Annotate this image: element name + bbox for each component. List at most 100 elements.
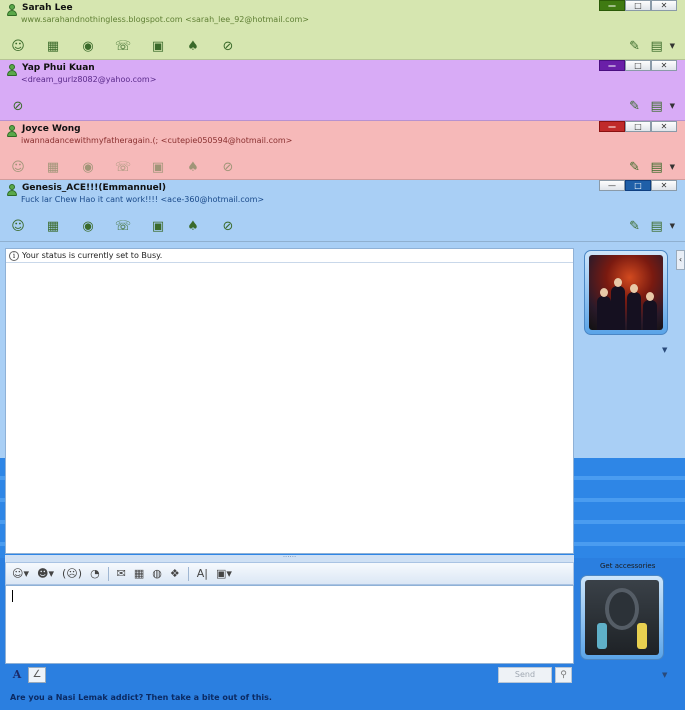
collapse-panel-button[interactable]: ‹ [676,250,685,270]
games-icon[interactable]: ♠ [183,38,203,54]
chevron-down-icon[interactable]: ▼ [670,163,675,171]
contact-toolbar: ☺ ▦ ◉ ☏ ▣ ♠ ⊘ [8,38,253,54]
conversation-window-sarah-lee: Sarah Lee www.sarahandnothingless.blogsp… [0,0,685,60]
background-picker-icon[interactable]: ▣▾ [216,567,232,580]
invite-contact-icon[interactable]: ☺ [8,218,28,234]
restore-button[interactable]: □ [625,60,651,71]
call-icon[interactable]: ☏ [113,218,133,234]
minimize-button[interactable]: — [599,121,625,132]
contact-display-picture[interactable] [584,250,668,335]
close-button[interactable]: ✕ [651,60,677,71]
share-files-icon[interactable]: ▦ [43,38,63,54]
close-button[interactable]: ✕ [651,121,677,132]
contact-name: Joyce Wong [22,124,81,134]
get-accessories-link[interactable]: Get accessories [600,562,655,570]
voice-clip-icon[interactable]: ◔ [90,567,100,580]
menu-icon[interactable]: ▤ [648,98,666,114]
restore-button[interactable]: □ [625,121,651,132]
contact-status-icon [6,64,18,76]
contact-subtitle: iwannadancewithmyfatheragain.(; <cutepie… [21,136,293,145]
status-message: Your status is currently set to Busy. [22,251,163,260]
contact-subtitle: Fuck lar Chew Hao it cant work!!!! <ace-… [21,195,265,204]
minimize-button[interactable]: — [599,60,625,71]
window-controls: — □ ✕ [599,180,677,191]
handwriting-mode-button[interactable]: ∠ [28,667,46,683]
share-files-icon[interactable]: ▦ [43,218,63,234]
invite-contact-icon[interactable]: ☺ [8,38,28,54]
close-button[interactable]: ✕ [651,0,677,11]
block-contact-icon[interactable]: ⊘ [218,38,238,54]
call-icon[interactable]: ☏ [113,159,133,175]
conversation-history[interactable]: i Your status is currently set to Busy. [5,248,574,554]
compose-footer: A ∠ Send ⚲ [5,664,574,686]
wink-icon[interactable]: ☻▾ [37,567,54,580]
restore-button[interactable]: □ [625,180,651,191]
font-icon[interactable]: A| [197,567,208,580]
toolbar-divider [107,566,109,581]
restore-button[interactable]: □ [625,0,651,11]
menu-icon[interactable]: ▤ [648,218,666,234]
chevron-down-icon[interactable]: ▼ [670,102,675,110]
chevron-down-icon[interactable]: ▼ [662,671,667,679]
video-call-icon[interactable]: ◉ [78,159,98,175]
text-mode-button[interactable]: A [9,667,25,683]
conversation-window-joyce-wong: Joyce Wong iwannadancewithmyfatheragain.… [0,121,685,180]
block-contact-icon[interactable]: ⊘ [218,159,238,175]
contact-status-icon [6,184,18,196]
share-files-icon[interactable]: ▦ [43,159,63,175]
games-icon[interactable]: ♠ [183,218,203,234]
send-button[interactable]: Send [498,667,552,683]
info-icon: i [9,250,19,261]
text-caret [12,590,13,602]
call-icon[interactable]: ☏ [113,38,133,54]
gift-icon[interactable]: ✉ [117,567,126,580]
contact-name: Sarah Lee [22,3,73,13]
window-controls: — □ ✕ [599,121,677,132]
video-call-icon[interactable]: ◉ [78,218,98,234]
activities-icon[interactable]: ▣ [148,38,168,54]
paint-brush-icon[interactable]: ✎ [626,218,644,234]
menu-icon[interactable]: ▤ [648,38,666,54]
background-icon[interactable]: ▦ [134,567,144,580]
toolbar-right: ✎ ▤ ▼ [626,98,675,114]
contact-name: Yap Phui Kuan [22,63,95,73]
chevron-down-icon[interactable]: ▼ [670,42,675,50]
contact-subtitle: <dream_gurlz8082@yahoo.com> [21,75,157,84]
ad-banner[interactable]: Are you a Nasi Lemak addict? Then take a… [10,693,272,702]
block-contact-icon[interactable]: ⊘ [218,218,238,234]
my-display-picture[interactable] [580,575,664,660]
photo-icon[interactable]: ◍ [152,567,162,580]
contact-toolbar: ☺ ▦ ◉ ☏ ▣ ♠ ⊘ [8,218,253,234]
pane-splitter[interactable]: ······ [5,554,574,562]
search-icon[interactable]: ⚲ [555,667,572,683]
dynamic-display-icon[interactable]: ❖ [170,567,180,580]
contact-status-icon [6,125,18,137]
chevron-down-icon[interactable]: ▼ [670,222,675,230]
block-contact-icon[interactable]: ⊘ [8,98,28,114]
minimize-button[interactable]: — [599,180,625,191]
games-icon[interactable]: ♠ [183,159,203,175]
conversation-window-genesis: Genesis_ACE!!!(Emmannuel) Fuck lar Chew … [0,180,685,242]
chevron-down-icon[interactable]: ▼ [662,346,667,354]
conversation-window-yap-phui-kuan: Yap Phui Kuan <dream_gurlz8082@yahoo.com… [0,60,685,121]
toolbar-divider [187,566,189,581]
contact-toolbar: ☺ ▦ ◉ ☏ ▣ ♠ ⊘ [8,159,253,175]
contact-subtitle: www.sarahandnothingless.blogspot.com <sa… [21,15,309,24]
paint-brush-icon[interactable]: ✎ [626,98,644,114]
contact-avatar [589,255,663,330]
status-notice: i Your status is currently set to Busy. [6,249,573,263]
toolbar-right: ✎ ▤ ▼ [626,38,675,54]
paint-brush-icon[interactable]: ✎ [626,38,644,54]
paint-brush-icon[interactable]: ✎ [626,159,644,175]
close-button[interactable]: ✕ [651,180,677,191]
menu-icon[interactable]: ▤ [648,159,666,175]
window-controls: — □ ✕ [599,60,677,71]
message-input[interactable] [5,585,574,664]
activities-icon[interactable]: ▣ [148,159,168,175]
nudge-icon[interactable]: (☹) [62,567,82,580]
activities-icon[interactable]: ▣ [148,218,168,234]
emoticon-icon[interactable]: ☺▾ [12,567,29,580]
minimize-button[interactable]: — [599,0,625,11]
video-call-icon[interactable]: ◉ [78,38,98,54]
invite-contact-icon[interactable]: ☺ [8,159,28,175]
